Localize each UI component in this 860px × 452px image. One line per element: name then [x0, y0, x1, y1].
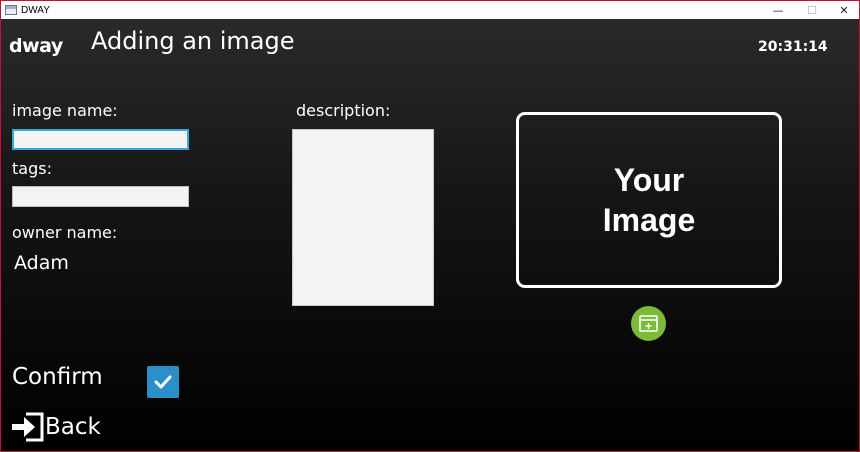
image-placeholder-line1: Your — [613, 162, 685, 198]
page-title: Adding an image — [91, 27, 295, 55]
tags-label: tags: — [12, 159, 52, 178]
description-textarea[interactable] — [292, 129, 434, 306]
image-name-input[interactable] — [12, 129, 189, 150]
window-app-icon — [5, 5, 17, 15]
exit-arrow-icon — [12, 412, 44, 442]
image-placeholder-line2: Image — [602, 202, 696, 238]
window-title: DWAY — [21, 4, 50, 16]
back-label: Back — [45, 414, 101, 440]
app-window: DWAY — ☐ ✕ dway Adding an image 20:31:14… — [0, 0, 860, 452]
clock: 20:31:14 — [758, 39, 828, 55]
description-label: description: — [296, 101, 391, 120]
confirm-checkbox[interactable] — [147, 366, 179, 398]
owner-name-value: Adam — [14, 252, 69, 274]
app-logo: dway — [9, 35, 63, 57]
tags-input[interactable] — [12, 186, 189, 207]
add-image-button[interactable] — [631, 306, 666, 341]
window-titlebar: DWAY — ☐ ✕ — [1, 1, 859, 19]
minimize-button[interactable]: — — [763, 1, 793, 19]
image-preview[interactable]: Your Image — [516, 112, 782, 288]
back-button[interactable]: Back — [11, 409, 101, 445]
confirm-label: Confirm — [12, 364, 103, 390]
app-content: dway Adding an image 20:31:14 image name… — [1, 19, 859, 451]
image-placeholder-text: Your Image — [603, 160, 695, 240]
image-name-label: image name: — [12, 101, 118, 120]
add-image-icon — [639, 315, 658, 332]
maximize-button[interactable]: ☐ — [797, 1, 827, 19]
checkmark-icon — [154, 375, 172, 389]
owner-name-label: owner name: — [12, 223, 118, 242]
close-button[interactable]: ✕ — [829, 1, 859, 19]
